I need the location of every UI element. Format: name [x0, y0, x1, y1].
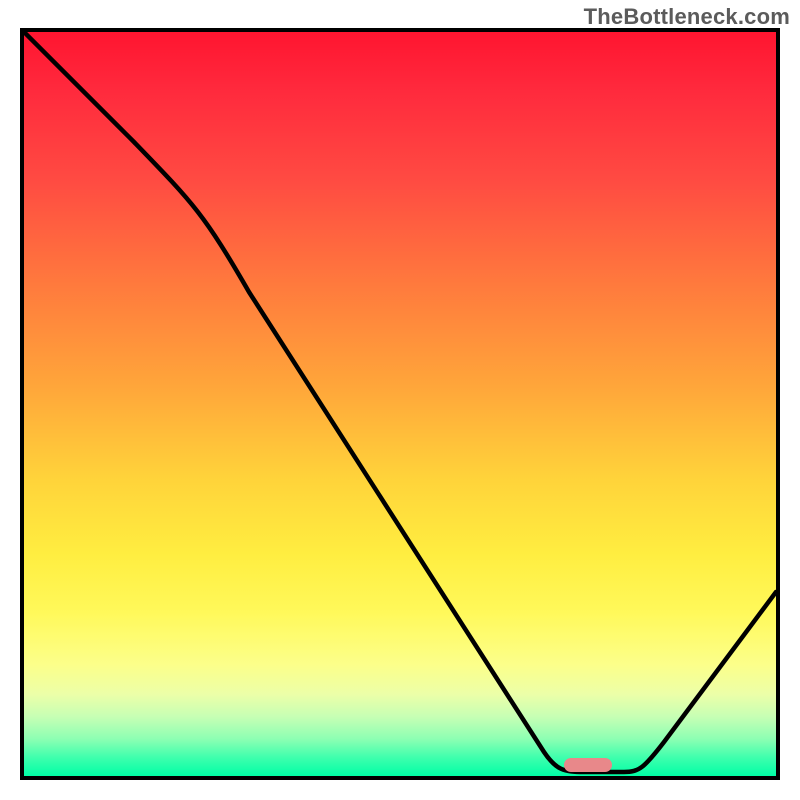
watermark-label: TheBottleneck.com [584, 4, 790, 30]
chart-root: TheBottleneck.com [0, 0, 800, 800]
optimal-marker [564, 758, 612, 772]
bottleneck-curve [24, 32, 776, 776]
plot-area [20, 28, 780, 780]
